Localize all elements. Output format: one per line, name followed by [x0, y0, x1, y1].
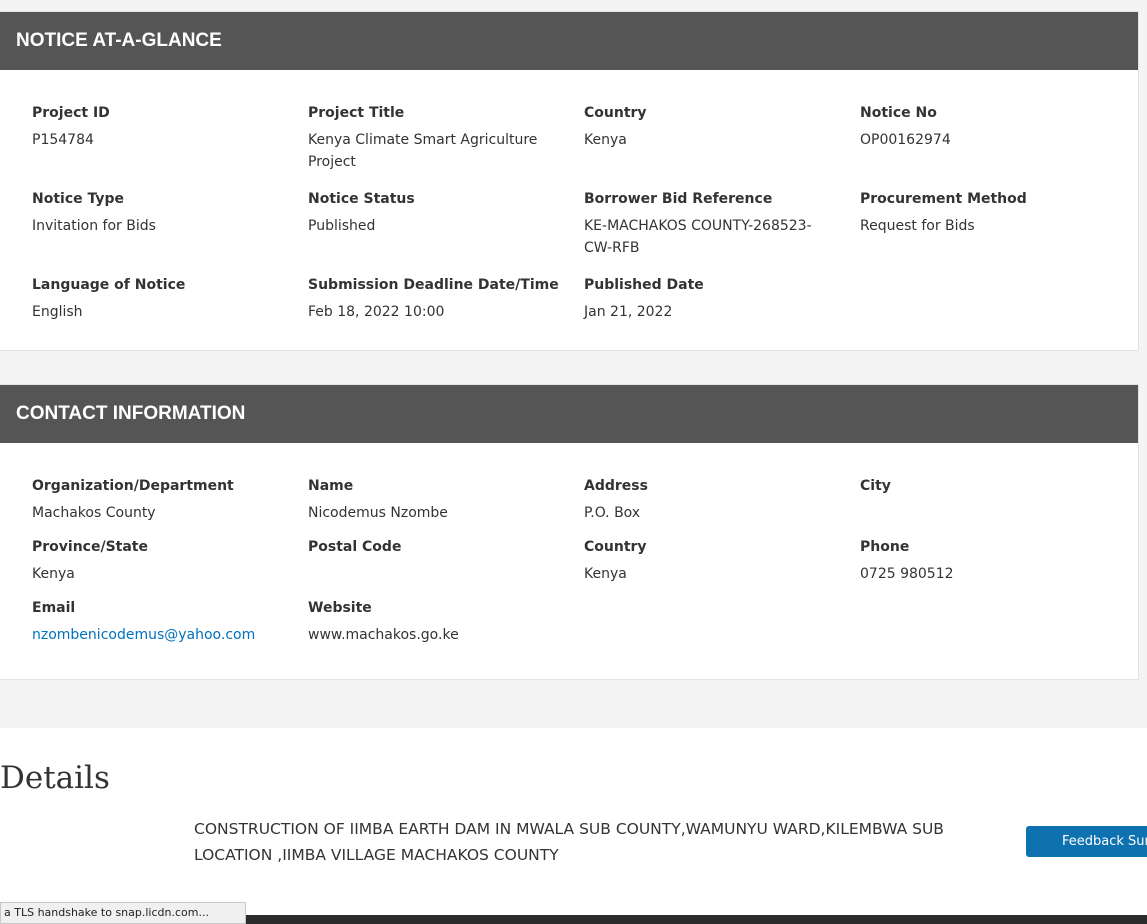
field-address: Address P.O. Box [584, 477, 860, 524]
field-value: www.machakos.go.ke [308, 627, 459, 643]
field-label: Website [308, 600, 372, 616]
field-label: Address [584, 478, 648, 494]
field-value: Invitation for Bids [32, 218, 156, 234]
field-city: City [860, 477, 1136, 524]
field-province-state: Province/State Kenya [32, 538, 308, 585]
field-published-date: Published Date Jan 21, 2022 [584, 276, 860, 323]
field-value: Feb 18, 2022 10:00 [308, 304, 445, 320]
field-phone: Phone 0725 980512 [860, 538, 1136, 585]
email-link[interactable]: nzombenicodemus@yahoo.com [32, 624, 286, 646]
field-notice-status: Notice Status Published [308, 190, 584, 259]
field-value: Kenya [584, 132, 627, 148]
field-label: Project ID [32, 105, 110, 121]
field-label: Procurement Method [860, 191, 1027, 207]
field-label: Name [308, 478, 354, 494]
field-label: Notice Type [32, 191, 125, 207]
field-email: Email nzombenicodemus@yahoo.com [32, 599, 308, 646]
field-label: Country [584, 539, 647, 555]
field-value: OP00162974 [860, 132, 951, 148]
field-value: Kenya Climate Smart Agriculture Project [308, 132, 538, 170]
field-label: Phone [860, 539, 910, 555]
field-value: KE-MACHAKOS COUNTY-268523-CW-RFB [584, 218, 812, 256]
field-label: Province/State [32, 539, 148, 555]
browser-status-bar: a TLS handshake to snap.licdn.com... [0, 902, 246, 924]
field-value: Nicodemus Nzombe [308, 505, 448, 521]
contact-fields: Organization/Department Machakos County … [0, 443, 1138, 646]
details-title: Details [0, 760, 110, 796]
field-value: P.O. Box [584, 505, 641, 521]
notice-header: NOTICE AT-A-GLANCE [0, 12, 1138, 70]
field-project-id: Project ID P154784 [32, 104, 308, 173]
field-submission-deadline: Submission Deadline Date/Time Feb 18, 20… [308, 276, 584, 323]
field-label: Postal Code [308, 539, 402, 555]
notice-at-a-glance-card: NOTICE AT-A-GLANCE Project ID P154784 Pr… [0, 11, 1139, 351]
field-label: Notice No [860, 105, 937, 121]
field-label: Published Date [584, 277, 704, 293]
field-value: 0725 980512 [860, 566, 954, 582]
field-procurement-method: Procurement Method Request for Bids [860, 190, 1136, 259]
field-project-title: Project Title Kenya Climate Smart Agricu… [308, 104, 584, 173]
field-name: Name Nicodemus Nzombe [308, 477, 584, 524]
field-postal-code: Postal Code [308, 538, 584, 585]
field-label: City [860, 478, 891, 494]
field-label: Language of Notice [32, 277, 186, 293]
field-value: P154784 [32, 132, 94, 148]
contact-header: CONTACT INFORMATION [0, 385, 1138, 443]
details-description: CONSTRUCTION OF IIMBA EARTH DAM IN MWALA… [194, 820, 944, 864]
field-label: Email [32, 600, 76, 616]
field-value: Machakos County [32, 505, 156, 521]
contact-information-card: CONTACT INFORMATION Organization/Departm… [0, 384, 1139, 680]
field-website: Website www.machakos.go.ke [308, 599, 584, 646]
field-notice-no: Notice No OP00162974 [860, 104, 1136, 173]
field-value: Jan 21, 2022 [584, 304, 673, 320]
field-language-of-notice: Language of Notice English [32, 276, 308, 323]
field-contact-country: Country Kenya [584, 538, 860, 585]
field-label: Project Title [308, 105, 405, 121]
details-section: Details CONSTRUCTION OF IIMBA EARTH DAM … [0, 728, 1147, 924]
field-label: Notice Status [308, 191, 415, 207]
field-label: Submission Deadline Date/Time [308, 277, 559, 293]
field-label: Country [584, 105, 647, 121]
field-organization: Organization/Department Machakos County [32, 477, 308, 524]
feedback-survey-button[interactable]: Feedback Survey [1026, 826, 1147, 857]
notice-fields: Project ID P154784 Project Title Kenya C… [0, 70, 1138, 323]
field-value: Published [308, 218, 376, 234]
field-value: English [32, 304, 83, 320]
field-notice-type: Notice Type Invitation for Bids [32, 190, 308, 259]
field-label: Borrower Bid Reference [584, 191, 773, 207]
field-country: Country Kenya [584, 104, 860, 173]
field-label: Organization/Department [32, 478, 234, 494]
field-borrower-bid-reference: Borrower Bid Reference KE-MACHAKOS COUNT… [584, 190, 860, 259]
field-value: Kenya [584, 566, 627, 582]
field-value: Kenya [32, 566, 75, 582]
field-value: Request for Bids [860, 218, 975, 234]
